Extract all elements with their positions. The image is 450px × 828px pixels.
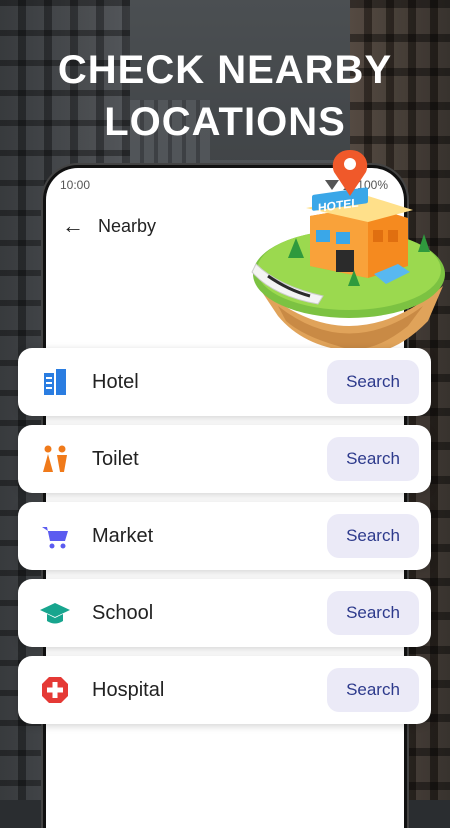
place-label: School — [92, 601, 154, 624]
search-button-hotel[interactable]: Search — [327, 360, 419, 404]
page-title: Nearby — [98, 215, 157, 236]
cart-icon — [38, 519, 72, 553]
place-label: Hotel — [92, 370, 139, 393]
back-arrow-icon[interactable]: ← — [62, 215, 84, 237]
list-item-market[interactable]: Market Search — [18, 502, 431, 570]
toilet-icon — [38, 442, 72, 476]
place-label: Toilet — [92, 447, 139, 470]
promo-headline: CHECK NEARBY LOCATIONS — [0, 44, 450, 148]
headline-line-1: CHECK NEARBY — [57, 48, 393, 92]
search-button-hospital[interactable]: Search — [327, 668, 419, 712]
list-item-school[interactable]: School Search — [18, 579, 431, 647]
place-label: Hospital — [92, 678, 165, 701]
list-item-toilet[interactable]: Toilet Search — [18, 425, 431, 493]
list-item-hotel[interactable]: Hotel Search — [18, 348, 431, 416]
search-button-market[interactable]: Search — [327, 514, 419, 558]
search-button-toilet[interactable]: Search — [327, 437, 419, 481]
place-label: Market — [92, 524, 154, 547]
search-button-school[interactable]: Search — [327, 591, 419, 635]
graduation-cap-icon — [38, 596, 72, 630]
hotel-icon — [38, 365, 72, 399]
list-item-hospital[interactable]: Hospital Search — [18, 656, 431, 724]
status-time: 10:00 — [60, 178, 91, 192]
app-bar: ← Nearby — [62, 210, 156, 242]
medical-cross-icon — [38, 673, 72, 707]
headline-line-2: LOCATIONS — [104, 100, 346, 144]
hotel-island-illustration: HOTEL — [251, 150, 445, 354]
